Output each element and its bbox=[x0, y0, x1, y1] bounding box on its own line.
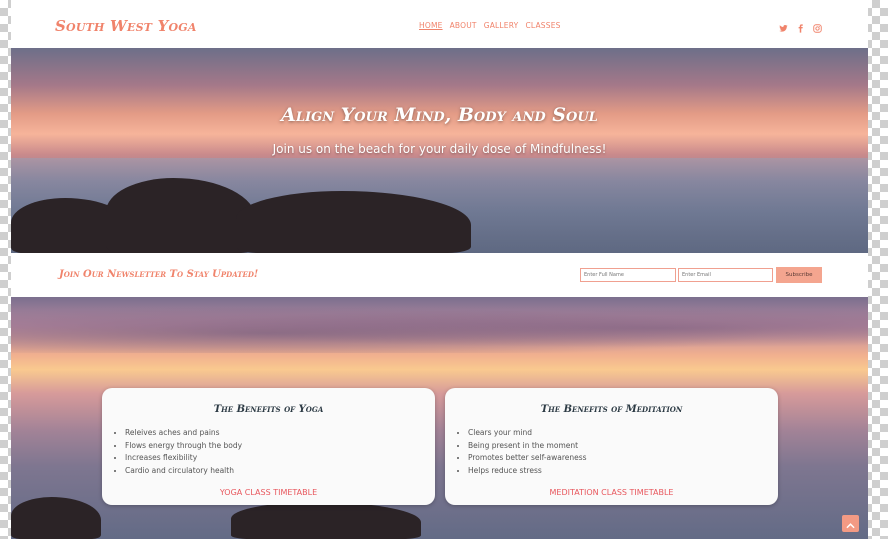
site-logo[interactable]: South West Yoga bbox=[55, 17, 197, 35]
meditation-benefits-card: The Benefits of Meditation Clears your m… bbox=[445, 388, 778, 505]
sunset-clouds bbox=[11, 303, 868, 353]
beach-rock bbox=[231, 502, 421, 539]
yoga-benefits-title: The Benefits of Yoga bbox=[213, 404, 324, 415]
list-item: Being present in the moment bbox=[468, 440, 587, 453]
scrollbar-thumb[interactable] bbox=[878, 4, 884, 459]
newsletter-title: Join Our Newsletter To Stay Updated! bbox=[59, 269, 259, 280]
page: South West Yoga HOME ABOUT GALLERY CLASS… bbox=[11, 0, 868, 539]
benefits-section: The Benefits of Yoga Releives aches and … bbox=[11, 297, 868, 539]
instagram-icon[interactable] bbox=[813, 18, 822, 33]
list-item: Releives aches and pains bbox=[125, 427, 242, 440]
list-item: Increases flexibility bbox=[125, 452, 242, 465]
meditation-benefits-list: Clears your mind Being present in the mo… bbox=[458, 427, 587, 477]
list-item: Cardio and circulatory health bbox=[125, 465, 242, 478]
full-name-input[interactable] bbox=[580, 268, 676, 282]
list-item: Helps reduce stress bbox=[468, 465, 587, 478]
nav-classes[interactable]: CLASSES bbox=[525, 21, 560, 30]
meditation-benefits-title: The Benefits of Meditation bbox=[540, 404, 683, 415]
yoga-benefits-card: The Benefits of Yoga Releives aches and … bbox=[102, 388, 435, 505]
list-item: Promotes better self-awareness bbox=[468, 452, 587, 465]
twitter-icon[interactable] bbox=[779, 18, 788, 32]
subscribe-button[interactable]: Subscribe bbox=[776, 267, 822, 283]
nav-gallery[interactable]: GALLERY bbox=[484, 21, 519, 30]
nav-home[interactable]: HOME bbox=[419, 21, 443, 30]
hero-subtitle: Join us on the beach for your daily dose… bbox=[272, 142, 607, 156]
hero-banner: Align Your Mind, Body and Soul Join us o… bbox=[11, 48, 868, 253]
chevron-up-icon bbox=[846, 514, 855, 533]
facebook-icon[interactable] bbox=[796, 18, 805, 33]
beach-rock bbox=[11, 497, 101, 539]
scroll-to-top-button[interactable] bbox=[842, 515, 859, 532]
meditation-timetable-link[interactable]: MEDITATION CLASS TIMETABLE bbox=[445, 488, 778, 497]
hero-title: Align Your Mind, Body and Soul bbox=[281, 104, 598, 126]
page-scrollbar[interactable] bbox=[873, 0, 888, 539]
list-item: Flows energy through the body bbox=[125, 440, 242, 453]
yoga-benefits-list: Releives aches and pains Flows energy th… bbox=[115, 427, 242, 477]
yoga-timetable-link[interactable]: YOGA CLASS TIMETABLE bbox=[102, 488, 435, 497]
newsletter-bar: Join Our Newsletter To Stay Updated! Sub… bbox=[11, 253, 868, 297]
site-header: South West Yoga HOME ABOUT GALLERY CLASS… bbox=[11, 0, 868, 48]
main-nav: HOME ABOUT GALLERY CLASSES bbox=[419, 21, 561, 30]
nav-about[interactable]: ABOUT bbox=[450, 21, 477, 30]
email-input[interactable] bbox=[678, 268, 773, 282]
social-links bbox=[779, 18, 822, 33]
list-item: Clears your mind bbox=[468, 427, 587, 440]
